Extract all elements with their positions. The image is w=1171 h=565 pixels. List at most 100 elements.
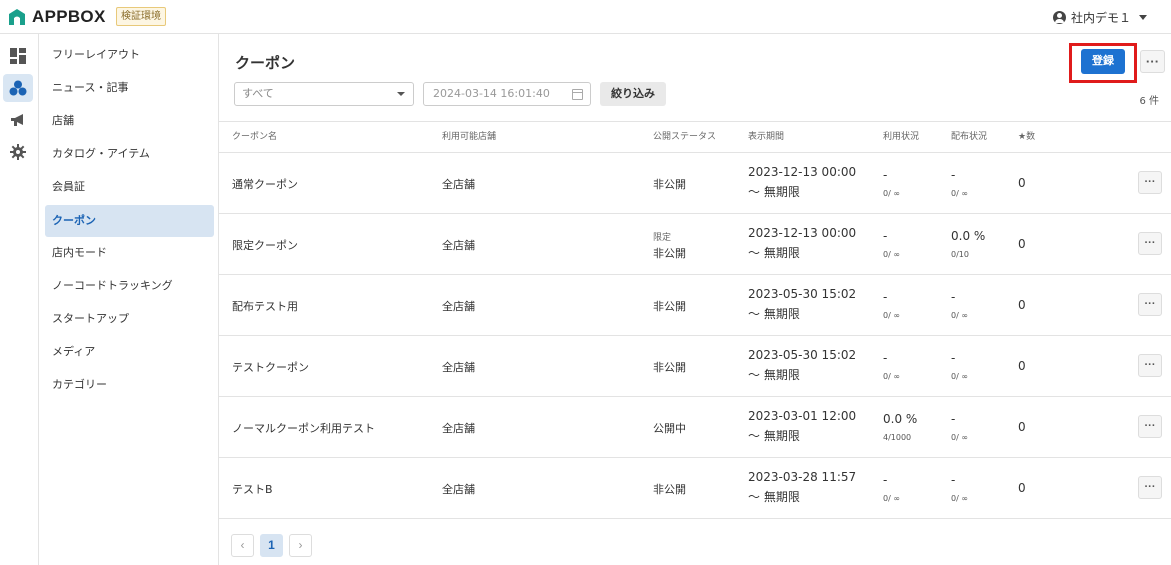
available-stores: 全店舗 — [442, 483, 475, 496]
table-header: クーポン名 利用可能店舗 公開ステータス 表示期間 利用状況 配布状況 ★数 — [219, 121, 1171, 153]
distribution-count: 0/10 — [951, 250, 969, 259]
sidebar-item-catalog[interactable]: カタログ・アイテム — [45, 138, 214, 170]
chevron-down-icon — [1139, 15, 1147, 20]
apps-icon — [9, 80, 27, 96]
usage-count: 0/ ∞ — [883, 494, 900, 503]
environment-badge: 検証環境 — [116, 7, 166, 26]
usage-rate: - — [883, 290, 888, 304]
available-stores: 全店舗 — [442, 239, 475, 252]
star-count: 0 — [1018, 237, 1026, 251]
header-distribution-status[interactable]: 配布状況 — [951, 122, 987, 152]
status-filter-select[interactable]: すべて — [234, 82, 414, 106]
next-page-button[interactable]: › — [289, 534, 312, 557]
coupon-name: 配布テスト用 — [232, 300, 298, 313]
table-row[interactable]: テストB 全店舗 非公開 2023-03-28 11:57 ～ 無期限 - 0/… — [219, 458, 1171, 519]
calendar-icon — [572, 89, 583, 100]
table-row[interactable]: テストクーポン 全店舗 非公開 2023-05-30 15:02 ～ 無期限 -… — [219, 336, 1171, 397]
header-available-stores[interactable]: 利用可能店舗 — [442, 122, 496, 152]
star-count: 0 — [1018, 481, 1026, 495]
period-start: 2023-05-30 15:02 — [748, 287, 857, 301]
publish-status: 非公開 — [653, 178, 686, 191]
sidebar-item-coupons[interactable]: クーポン — [45, 205, 214, 237]
coupon-name: テストクーポン — [232, 361, 309, 374]
period-start: 2023-03-01 12:00 — [748, 409, 857, 423]
distribution-rate: 0.0 % — [951, 229, 986, 243]
distribution-count: 0/ ∞ — [951, 433, 968, 442]
table-row[interactable]: ノーマルクーポン利用テスト 全店舗 公開中 2023-03-01 12:00 ～… — [219, 397, 1171, 458]
row-more-button[interactable]: ··· — [1138, 415, 1162, 438]
sidebar-item-in-store-mode[interactable]: 店内モード — [45, 237, 214, 269]
top-bar: APPBOX 検証環境 社内デモ１ — [0, 0, 1171, 34]
row-more-button[interactable]: ··· — [1138, 354, 1162, 377]
row-more-button[interactable]: ··· — [1138, 476, 1162, 499]
publish-status: 非公開 — [653, 300, 686, 313]
usage-rate: - — [883, 229, 888, 243]
chevron-down-icon — [397, 92, 405, 96]
prev-page-button[interactable]: ‹ — [231, 534, 254, 557]
period-start: 2023-03-28 11:57 — [748, 470, 857, 484]
distribution-count: 0/ ∞ — [951, 189, 968, 198]
sidebar: フリーレイアウト ニュース・記事 店舗 カタログ・アイテム 会員証 クーポン 店… — [39, 34, 219, 565]
rail-item-apps[interactable] — [3, 74, 33, 102]
row-more-button[interactable]: ··· — [1138, 293, 1162, 316]
distribution-rate: - — [951, 351, 956, 365]
distribution-count: 0/ ∞ — [951, 494, 968, 503]
date-filter-placeholder: 2024-03-14 16:01:40 — [433, 87, 550, 100]
sidebar-item-nocode-tracking[interactable]: ノーコードトラッキング — [45, 270, 214, 302]
publish-status: 公開中 — [653, 422, 686, 435]
header-publish-status[interactable]: 公開ステータス — [653, 122, 716, 152]
table-row[interactable]: 配布テスト用 全店舗 非公開 2023-05-30 15:02 ～ 無期限 - … — [219, 275, 1171, 336]
available-stores: 全店舗 — [442, 300, 475, 313]
megaphone-icon — [11, 113, 23, 126]
rail-item-settings[interactable] — [3, 138, 33, 166]
apply-filter-button[interactable]: 絞り込み — [600, 82, 666, 106]
sidebar-item-media[interactable]: メディア — [45, 336, 214, 368]
star-count: 0 — [1018, 359, 1026, 373]
publish-status-group: 限定 非公開 — [653, 230, 686, 261]
star-count: 0 — [1018, 298, 1026, 312]
sidebar-item-free-layout[interactable]: フリーレイアウト — [45, 39, 214, 71]
header-usage-status[interactable]: 利用状況 — [883, 122, 919, 152]
more-options-button[interactable]: ··· — [1140, 50, 1165, 73]
usage-count: 0/ ∞ — [883, 250, 900, 259]
header-display-period[interactable]: 表示期間 — [748, 122, 784, 152]
distribution-rate: - — [951, 412, 956, 426]
sidebar-item-categories[interactable]: カテゴリー — [45, 369, 214, 401]
sidebar-item-startup[interactable]: スタートアップ — [45, 303, 214, 335]
sidebar-item-news[interactable]: ニュース・記事 — [45, 72, 214, 104]
available-stores: 全店舗 — [442, 361, 475, 374]
user-name: 社内デモ１ — [1070, 11, 1131, 25]
period-end: ～ 無期限 — [748, 185, 800, 199]
rail-item-announcements[interactable] — [3, 106, 33, 134]
register-button[interactable]: 登録 — [1081, 49, 1125, 74]
usage-count: 0/ ∞ — [883, 372, 900, 381]
header-coupon-name[interactable]: クーポン名 — [232, 122, 277, 152]
table-row[interactable]: 限定クーポン 全店舗 限定 非公開 2023-12-13 00:00 ～ 無期限… — [219, 214, 1171, 275]
result-count: 6 件 — [1139, 96, 1159, 107]
page-1-button[interactable]: 1 — [260, 534, 283, 557]
available-stores: 全店舗 — [442, 178, 475, 191]
distribution-rate: - — [951, 473, 956, 487]
page-title: クーポン — [235, 54, 296, 72]
appbox-logo-icon — [8, 8, 26, 26]
rail-item-dashboard[interactable] — [3, 42, 33, 70]
app-logo[interactable]: APPBOX — [8, 7, 106, 27]
date-filter-input[interactable]: 2024-03-14 16:01:40 — [423, 82, 591, 106]
star-count: 0 — [1018, 176, 1026, 190]
table-row[interactable]: 通常クーポン 全店舗 非公開 2023-12-13 00:00 ～ 無期限 - … — [219, 153, 1171, 214]
distribution-count: 0/ ∞ — [951, 311, 968, 320]
period-end: ～ 無期限 — [748, 429, 800, 443]
app-name: APPBOX — [32, 7, 106, 26]
coupon-name: ノーマルクーポン利用テスト — [232, 422, 375, 435]
sidebar-item-membership-card[interactable]: 会員証 — [45, 171, 214, 203]
publish-status: 非公開 — [653, 483, 686, 496]
usage-rate: - — [883, 473, 888, 487]
row-more-button[interactable]: ··· — [1138, 232, 1162, 255]
coupon-name: 通常クーポン — [232, 178, 298, 191]
period-end: ～ 無期限 — [748, 368, 800, 382]
status-filter-value: すべて — [242, 87, 274, 100]
header-star-count[interactable]: ★数 — [1018, 122, 1035, 152]
user-menu[interactable]: 社内デモ１ — [1052, 9, 1147, 26]
sidebar-item-stores[interactable]: 店舗 — [45, 105, 214, 137]
row-more-button[interactable]: ··· — [1138, 171, 1162, 194]
